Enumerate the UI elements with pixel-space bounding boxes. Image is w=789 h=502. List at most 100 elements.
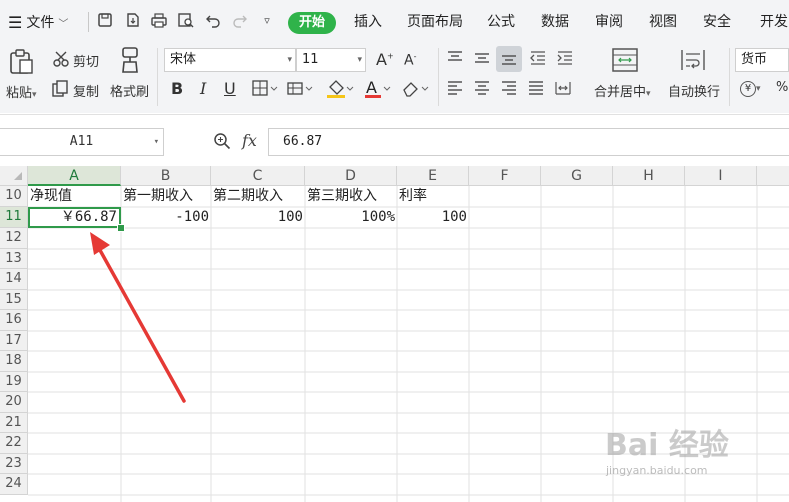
cell-e10[interactable]: 利率	[397, 186, 469, 206]
row-header-21[interactable]: 21	[0, 413, 28, 433]
column-header-a[interactable]: A	[28, 166, 121, 186]
bold-button[interactable]: B	[171, 79, 183, 98]
customize-toolbar-icon[interactable]: ▿	[258, 12, 276, 30]
tab-data[interactable]: 数据	[541, 11, 569, 31]
tab-view[interactable]: 视图	[649, 11, 677, 31]
number-format-select[interactable]: 货币	[735, 48, 789, 72]
align-bottom-icon[interactable]	[500, 50, 518, 70]
column-header-c[interactable]: C	[211, 166, 305, 186]
percent-format-button[interactable]: %	[776, 80, 788, 95]
column-header-e[interactable]: E	[397, 166, 469, 186]
cell-c10[interactable]: 第二期收入	[211, 186, 305, 206]
undo-icon[interactable]	[204, 12, 222, 30]
paste-button[interactable]: 粘贴▾	[6, 82, 37, 101]
name-box-value: A11	[69, 134, 94, 149]
row-header-23[interactable]: 23	[0, 454, 28, 474]
cut-button[interactable]: 剪切	[73, 51, 99, 70]
shrink-font-button[interactable]: A-	[404, 52, 416, 69]
cell-c11[interactable]: 100	[211, 207, 305, 227]
row-header-10[interactable]: 10	[0, 186, 28, 207]
formula-input[interactable]: 66.87	[268, 128, 789, 156]
column-header-f[interactable]: F	[469, 166, 541, 186]
chevron-down-icon: ﹀	[58, 18, 69, 30]
shrink-font-icon: A	[404, 52, 414, 69]
row-header-24[interactable]: 24	[0, 474, 28, 495]
tab-security[interactable]: 安全	[703, 11, 731, 31]
currency-icon: ¥	[740, 81, 756, 97]
align-top-icon[interactable]	[446, 50, 464, 70]
tab-formulas[interactable]: 公式	[487, 11, 515, 31]
paste-icon[interactable]	[8, 48, 36, 80]
cell-a10[interactable]: 净现值	[28, 186, 121, 206]
chevron-down-icon: ▾	[287, 55, 292, 65]
row-header-11[interactable]: 11	[0, 207, 28, 228]
tab-insert[interactable]: 插入	[354, 11, 382, 31]
row-header-18[interactable]: 18	[0, 351, 28, 372]
column-header-g[interactable]: G	[541, 166, 613, 186]
row-header-20[interactable]: 20	[0, 392, 28, 413]
align-middle-icon[interactable]	[473, 50, 491, 70]
align-left-icon[interactable]	[446, 80, 464, 100]
row-header-12[interactable]: 12	[0, 228, 28, 249]
cell-style-button[interactable]	[287, 80, 313, 102]
font-name-select[interactable]: 宋体 ▾	[164, 48, 296, 72]
save-icon[interactable]	[96, 12, 114, 30]
merge-center-button[interactable]: 合并居中▾	[594, 81, 651, 100]
currency-format-button[interactable]: ¥ ▾	[740, 80, 761, 97]
italic-button[interactable]: I	[200, 79, 206, 98]
tab-page-layout[interactable]: 页面布局	[407, 11, 463, 31]
column-header-i[interactable]: I	[685, 166, 757, 186]
chevron-down-icon: ▾	[357, 55, 362, 65]
row-header-15[interactable]: 15	[0, 290, 28, 310]
row-header-19[interactable]: 19	[0, 372, 28, 392]
column-header-d[interactable]: D	[305, 166, 397, 186]
font-size-select[interactable]: 11 ▾	[296, 48, 366, 72]
align-right-icon[interactable]	[500, 80, 518, 100]
column-header-h[interactable]: H	[613, 166, 685, 186]
decrease-indent-icon[interactable]	[529, 50, 547, 70]
redo-icon[interactable]	[231, 12, 249, 30]
row-header-13[interactable]: 13	[0, 249, 28, 269]
distributed-align-icon[interactable]	[554, 80, 572, 100]
column-header-b[interactable]: B	[121, 166, 211, 186]
zoom-search-icon[interactable]	[213, 132, 231, 154]
grow-font-button[interactable]: A+	[376, 50, 394, 69]
justify-icon[interactable]	[527, 80, 545, 100]
borders-button[interactable]	[252, 80, 278, 102]
baidu-watermark: Bai 经验	[605, 428, 729, 463]
cell-e11[interactable]: 100	[397, 207, 469, 227]
format-painter-icon	[117, 46, 143, 78]
select-all-corner[interactable]	[0, 166, 28, 186]
cell-b11[interactable]: -100	[121, 207, 211, 227]
tab-developer[interactable]: 开发	[760, 11, 788, 31]
print-icon[interactable]	[150, 12, 168, 30]
cell-b10[interactable]: 第一期收入	[121, 186, 211, 206]
export-pdf-icon[interactable]	[124, 12, 142, 30]
row-header-17[interactable]: 17	[0, 331, 28, 351]
name-box[interactable]: A11 ▾	[0, 128, 164, 156]
clear-format-button[interactable]	[401, 80, 429, 102]
print-preview-icon[interactable]	[177, 12, 195, 30]
copy-icon	[52, 80, 68, 102]
column-header-j-partial[interactable]	[757, 166, 789, 186]
cell-d10[interactable]: 第三期收入	[305, 186, 397, 206]
row-header-22[interactable]: 22	[0, 433, 28, 454]
annotation-arrow	[90, 232, 186, 403]
tab-review[interactable]: 审阅	[595, 11, 623, 31]
insert-function-button[interactable]: fx	[242, 131, 257, 150]
underline-button[interactable]: U	[224, 79, 236, 98]
format-painter-button[interactable]: 格式刷	[110, 81, 149, 100]
copy-button[interactable]: 复制	[73, 81, 99, 100]
increase-indent-icon[interactable]	[556, 50, 574, 70]
wrap-text-button[interactable]: 自动换行	[668, 81, 720, 100]
tab-home[interactable]: 开始	[288, 12, 336, 34]
merge-center-label: 合并居中	[594, 85, 647, 100]
row-header-14[interactable]: 14	[0, 269, 28, 290]
row-header-16[interactable]: 16	[0, 310, 28, 331]
cell-d11[interactable]: 100%	[305, 207, 397, 227]
file-menu[interactable]: ☰ 文件 ﹀	[8, 12, 68, 32]
align-center-icon[interactable]	[473, 80, 491, 100]
fill-color-button[interactable]	[326, 78, 354, 104]
menu-divider	[88, 12, 89, 32]
font-color-button[interactable]: A	[364, 78, 392, 104]
